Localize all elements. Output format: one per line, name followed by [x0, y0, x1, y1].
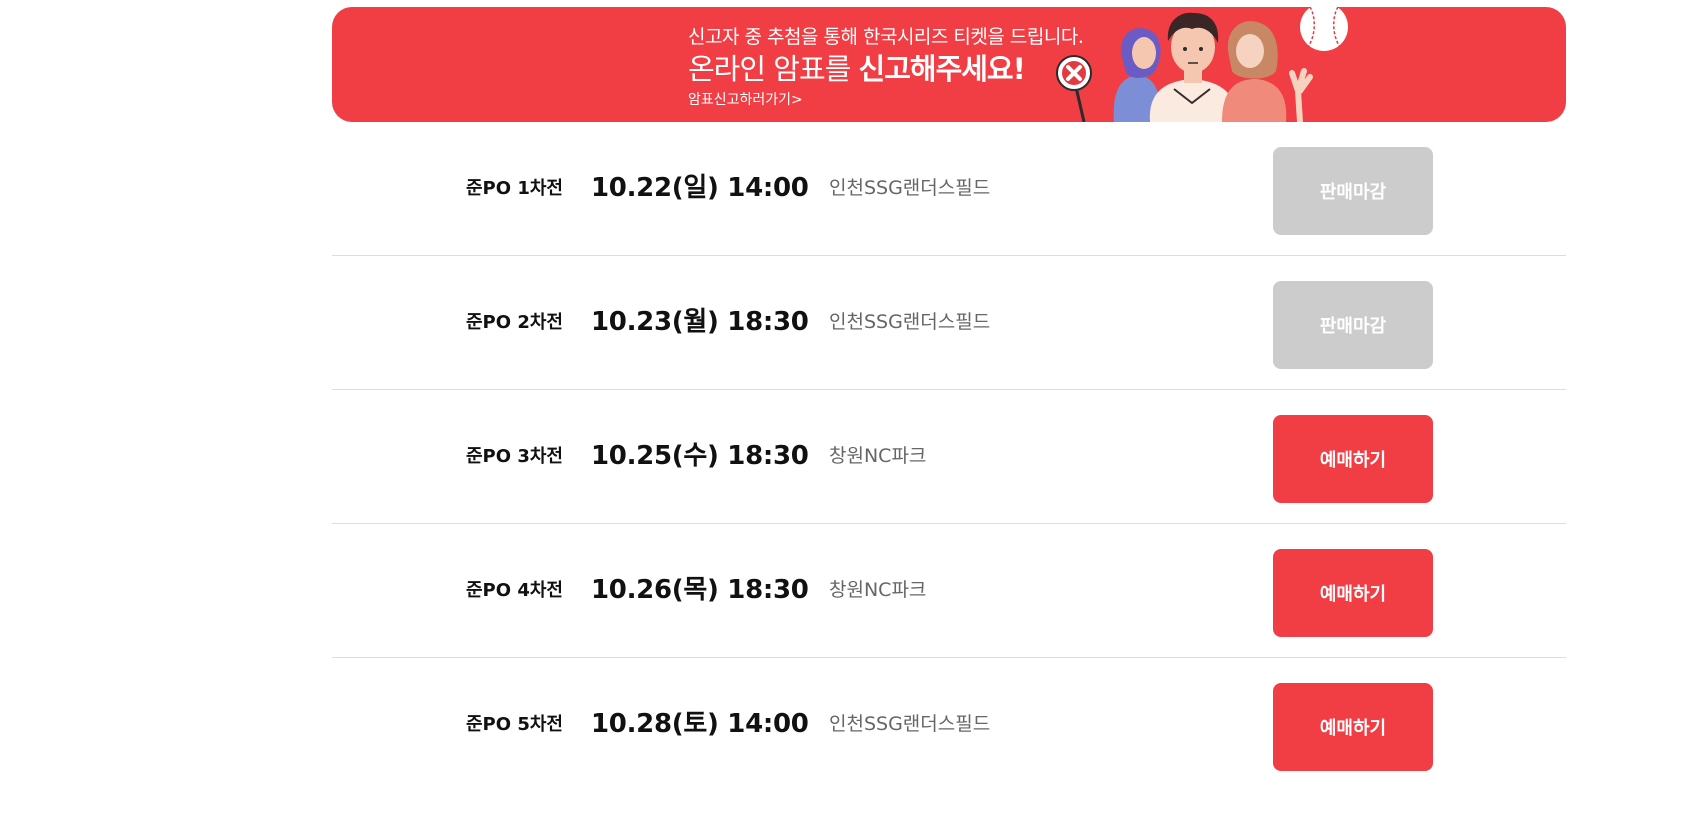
game-list: 준PO 1차전 10.22(일) 14:00 인천SSG랜더스필드 판매마감 준…	[332, 122, 1566, 791]
game-name: 준PO 3차전	[466, 446, 563, 467]
woman-right-illustration	[1222, 21, 1313, 122]
game-name: 준PO 2차전	[466, 312, 563, 333]
game-datetime: 10.22(일) 14:00	[591, 173, 809, 203]
game-venue: 창원NC파크	[829, 445, 927, 467]
banner-title: 온라인 암표를 신고해주세요!	[688, 51, 1083, 87]
game-name: 준PO 4차전	[466, 580, 563, 601]
banner-subtitle: 신고자 중 추첨을 통해 한국시리즈 티켓을 드립니다.	[688, 26, 1084, 48]
game-venue: 인천SSG랜더스필드	[829, 311, 991, 333]
book-ticket-button[interactable]: 예매하기	[1273, 683, 1433, 771]
report-scalping-banner[interactable]: 신고자 중 추첨을 통해 한국시리즈 티켓을 드립니다. 온라인 암표를 신고해…	[332, 7, 1566, 122]
game-name: 준PO 1차전	[466, 178, 563, 199]
banner-title-bold: 신고해주세요!	[858, 52, 1026, 86]
game-row: 준PO 2차전 10.23(월) 18:30 인천SSG랜더스필드 판매마감	[332, 256, 1566, 390]
game-row: 준PO 5차전 10.28(토) 14:00 인천SSG랜더스필드 예매하기	[332, 658, 1566, 791]
game-datetime: 10.28(토) 14:00	[591, 709, 809, 739]
baseball-icon	[1300, 7, 1348, 51]
banner-text: 신고자 중 추첨을 통해 한국시리즈 티켓을 드립니다. 온라인 암표를 신고해…	[688, 25, 1084, 109]
game-datetime: 10.23(월) 18:30	[591, 307, 809, 337]
page-container: 신고자 중 추첨을 통해 한국시리즈 티켓을 드립니다. 온라인 암표를 신고해…	[332, 0, 1566, 791]
prohibition-sign-icon	[1056, 55, 1092, 122]
game-venue: 창원NC파크	[829, 579, 927, 601]
report-link[interactable]: 암표신고하러가기>	[688, 91, 803, 109]
game-datetime: 10.26(목) 18:30	[591, 575, 809, 605]
game-venue: 인천SSG랜더스필드	[829, 177, 991, 199]
book-ticket-button[interactable]: 예매하기	[1273, 549, 1433, 637]
game-row: 준PO 3차전 10.25(수) 18:30 창원NC파크 예매하기	[332, 390, 1566, 524]
game-row: 준PO 1차전 10.22(일) 14:00 인천SSG랜더스필드 판매마감	[332, 122, 1566, 256]
book-ticket-button[interactable]: 예매하기	[1273, 415, 1433, 503]
game-row: 준PO 4차전 10.26(목) 18:30 창원NC파크 예매하기	[332, 524, 1566, 658]
banner-illustration	[1056, 7, 1348, 122]
game-venue: 인천SSG랜더스필드	[829, 713, 991, 735]
sold-out-button[interactable]: 판매마감	[1273, 281, 1433, 369]
game-datetime: 10.25(수) 18:30	[591, 441, 809, 471]
man-center-illustration	[1149, 12, 1237, 122]
banner-title-light: 온라인 암표를	[688, 52, 859, 86]
sold-out-button[interactable]: 판매마감	[1273, 147, 1433, 235]
game-name: 준PO 5차전	[466, 714, 563, 735]
